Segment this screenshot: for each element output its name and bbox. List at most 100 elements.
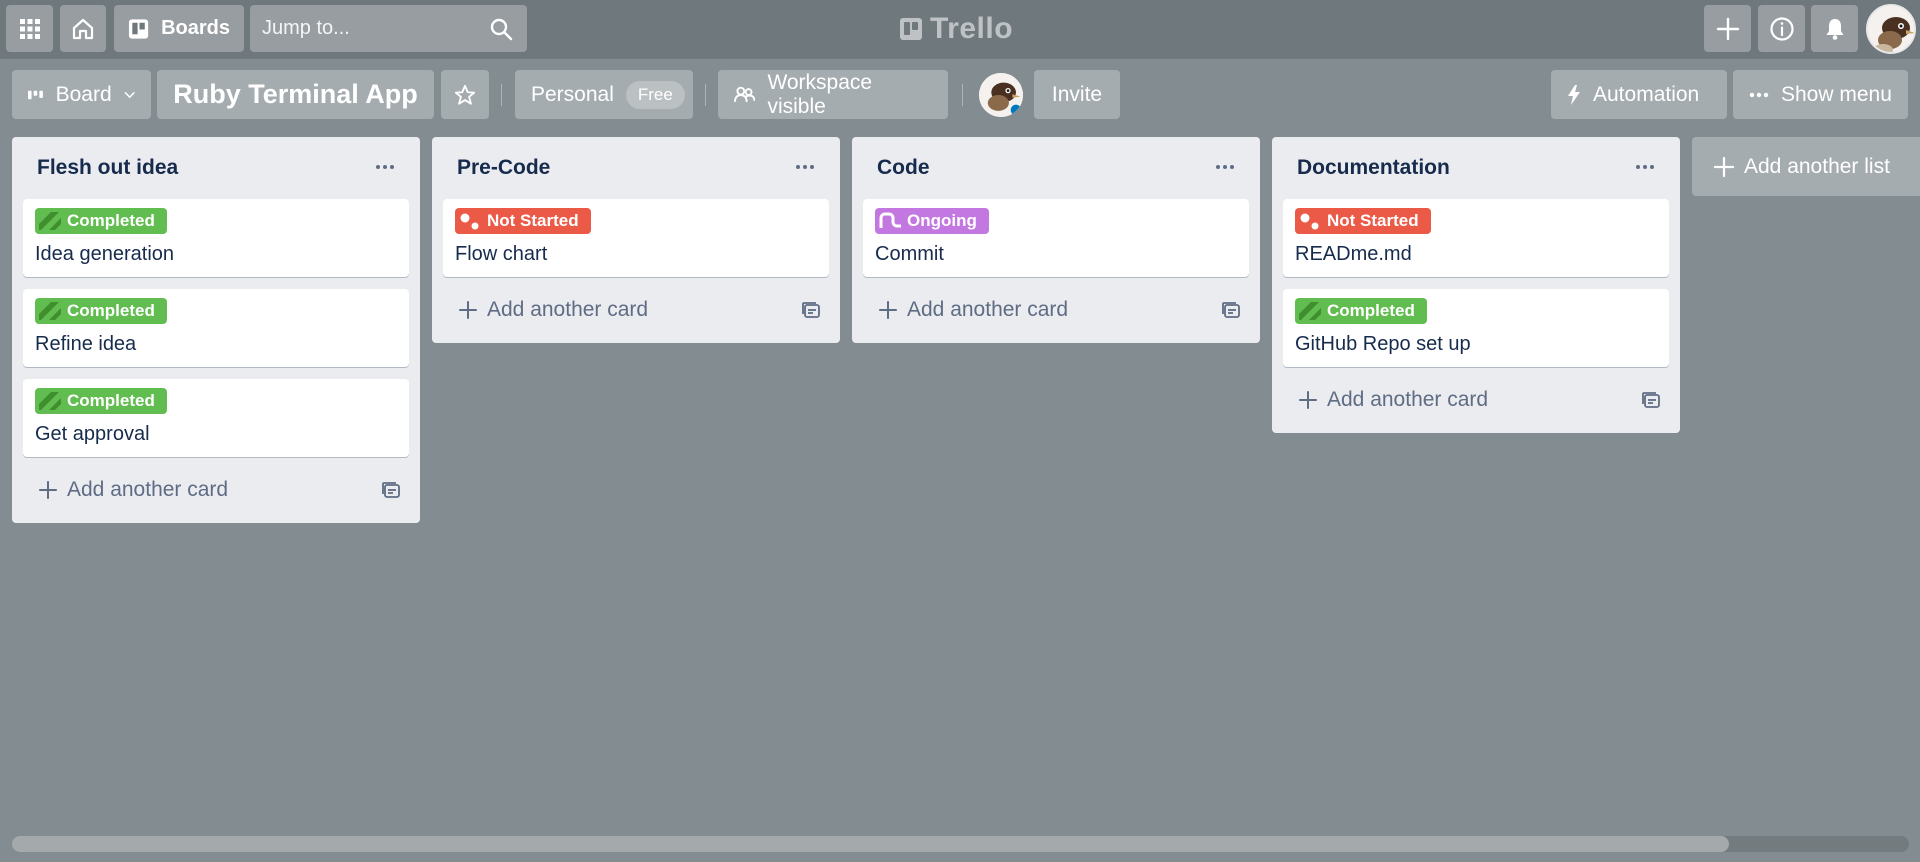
label-text: Ongoing bbox=[907, 211, 977, 230]
ongoing-label[interactable]: Ongoing bbox=[875, 208, 989, 234]
add-list-button[interactable]: Add another list bbox=[1692, 137, 1920, 196]
add-card-button[interactable]: Add another card bbox=[39, 478, 228, 502]
automation-button[interactable]: Automation bbox=[1551, 70, 1727, 119]
list-header[interactable]: Pre-Code bbox=[443, 137, 829, 199]
label-text: Completed bbox=[1327, 301, 1415, 320]
board-member-avatar[interactable] bbox=[979, 73, 1023, 117]
more-horizontal-icon bbox=[1216, 165, 1234, 169]
chevron-down-icon bbox=[124, 91, 135, 98]
card-title: Idea generation bbox=[35, 243, 175, 265]
home-button[interactable] bbox=[60, 5, 106, 52]
card-title: Refine idea bbox=[35, 333, 137, 355]
logo-text: Trello bbox=[930, 12, 1014, 45]
horizontal-scrollbar[interactable] bbox=[12, 836, 1909, 852]
card-idea-generation[interactable]: Completed Idea generation bbox=[23, 199, 409, 277]
star-board-button[interactable] bbox=[441, 70, 489, 119]
list-title[interactable]: Code bbox=[877, 156, 930, 180]
list-actions-button[interactable] bbox=[1215, 158, 1235, 178]
add-list-label: Add another list bbox=[1744, 154, 1890, 178]
list-header[interactable]: Code bbox=[863, 137, 1249, 199]
header-divider bbox=[705, 84, 706, 106]
list-documentation: Documentation Not Started READme.md Comp… bbox=[1272, 137, 1680, 433]
card-title: Flow chart bbox=[455, 243, 548, 265]
bell-icon bbox=[1826, 18, 1843, 40]
list-actions-button[interactable] bbox=[795, 158, 815, 178]
apps-switcher-button[interactable] bbox=[6, 5, 53, 52]
trello-logo[interactable]: Trello bbox=[900, 12, 1013, 46]
more-horizontal-icon bbox=[376, 165, 394, 169]
card-commit[interactable]: Ongoing Commit bbox=[863, 199, 1249, 277]
pattern-stripe-icon bbox=[1299, 302, 1321, 320]
more-horizontal-icon bbox=[796, 165, 814, 169]
card-template-icon[interactable] bbox=[801, 301, 821, 319]
pattern-stripe-icon bbox=[39, 392, 61, 410]
lightning-icon bbox=[1568, 84, 1580, 105]
list-title[interactable]: Pre-Code bbox=[457, 156, 550, 180]
list-header[interactable]: Flesh out idea bbox=[23, 137, 409, 199]
completed-label[interactable]: Completed bbox=[35, 208, 167, 234]
plus-icon bbox=[1299, 391, 1317, 409]
add-card-label: Add another card bbox=[487, 298, 649, 321]
completed-label[interactable]: Completed bbox=[35, 388, 167, 414]
grid-icon bbox=[19, 18, 40, 39]
plus-icon bbox=[879, 301, 897, 319]
pattern-stripe-icon bbox=[39, 212, 61, 230]
workspace-button[interactable]: Personal Free bbox=[515, 70, 693, 119]
list-code: Code Ongoing Commit Add another card bbox=[852, 137, 1260, 343]
plus-icon bbox=[1714, 156, 1734, 177]
board-view-switcher[interactable]: Board bbox=[12, 70, 151, 119]
boards-label: Boards bbox=[161, 17, 230, 39]
card-template-icon[interactable] bbox=[381, 481, 401, 499]
member-avatar-button[interactable] bbox=[1866, 4, 1916, 54]
completed-label[interactable]: Completed bbox=[1295, 298, 1427, 324]
list-actions-button[interactable] bbox=[375, 158, 395, 178]
label-text: Not Started bbox=[487, 211, 579, 230]
add-card-row: Add another card bbox=[1283, 379, 1669, 421]
list-title[interactable]: Flesh out idea bbox=[37, 156, 178, 180]
card-template-icon[interactable] bbox=[1221, 301, 1241, 319]
invite-label: Invite bbox=[1051, 82, 1103, 106]
card-title: READme.md bbox=[1295, 243, 1412, 265]
board-icon bbox=[128, 18, 149, 39]
header-divider bbox=[962, 84, 963, 106]
add-card-button[interactable]: Add another card bbox=[1299, 388, 1488, 412]
scrollbar-thumb[interactable] bbox=[12, 836, 1729, 852]
visibility-button[interactable]: Workspace visible bbox=[718, 70, 948, 119]
card-template-icon[interactable] bbox=[1641, 391, 1661, 409]
card-refine-idea[interactable]: Completed Refine idea bbox=[23, 289, 409, 367]
list-title[interactable]: Documentation bbox=[1297, 156, 1450, 180]
jump-to-search[interactable] bbox=[250, 5, 527, 52]
notifications-button[interactable] bbox=[1811, 5, 1858, 52]
create-button[interactable] bbox=[1704, 5, 1751, 52]
list-flesh-out-idea: Flesh out idea Completed Idea generation… bbox=[12, 137, 420, 523]
not-started-label[interactable]: Not Started bbox=[455, 208, 591, 234]
card-get-approval[interactable]: Completed Get approval bbox=[23, 379, 409, 457]
invite-button[interactable]: Invite bbox=[1034, 70, 1120, 119]
add-card-button[interactable]: Add another card bbox=[459, 298, 648, 322]
plus-icon bbox=[1716, 17, 1739, 40]
list-pre-code: Pre-Code Not Started Flow chart Add anot… bbox=[432, 137, 840, 343]
add-card-row: Add another card bbox=[443, 289, 829, 331]
label-text: Completed bbox=[67, 211, 155, 230]
label-text: Completed bbox=[67, 301, 155, 320]
search-input[interactable] bbox=[262, 17, 482, 40]
boards-button[interactable]: Boards bbox=[114, 5, 244, 52]
trello-logo-icon bbox=[900, 18, 922, 40]
board-title-text: Ruby Terminal App bbox=[173, 79, 418, 109]
card-github-repo-set-up[interactable]: Completed GitHub Repo set up bbox=[1283, 289, 1669, 367]
workspace-label: Personal bbox=[531, 82, 614, 106]
add-card-label: Add another card bbox=[1327, 388, 1489, 411]
not-started-label[interactable]: Not Started bbox=[1295, 208, 1431, 234]
board-title[interactable]: Ruby Terminal App bbox=[157, 70, 434, 119]
list-actions-button[interactable] bbox=[1635, 158, 1655, 178]
information-button[interactable] bbox=[1758, 5, 1805, 52]
star-icon bbox=[454, 84, 476, 105]
completed-label[interactable]: Completed bbox=[35, 298, 167, 324]
card-title: Get approval bbox=[35, 423, 150, 445]
plan-badge: Free bbox=[625, 80, 685, 109]
card-flow-chart[interactable]: Not Started Flow chart bbox=[443, 199, 829, 277]
add-card-button[interactable]: Add another card bbox=[879, 298, 1068, 322]
list-header[interactable]: Documentation bbox=[1283, 137, 1669, 199]
show-menu-button[interactable]: Show menu bbox=[1733, 70, 1908, 119]
card-readme[interactable]: Not Started READme.md bbox=[1283, 199, 1669, 277]
